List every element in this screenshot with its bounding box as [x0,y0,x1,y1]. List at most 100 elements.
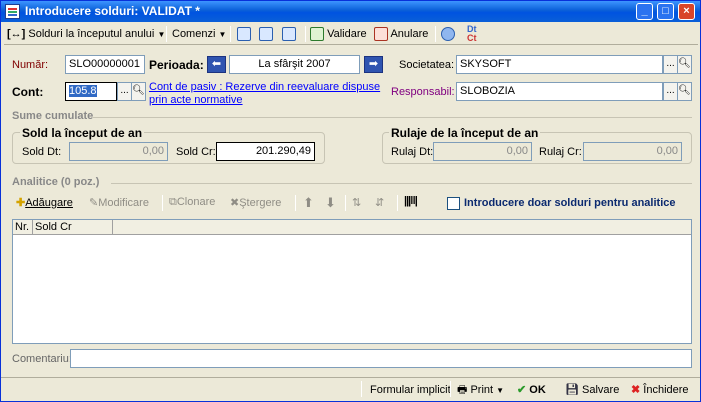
maximize-button[interactable]: □ [657,3,674,20]
perioada-next-button[interactable]: ➡ [364,56,383,73]
responsabil-field[interactable]: SLOBOZIA [456,82,663,101]
clonare-button[interactable]: ⧉Clonare [169,196,215,209]
arrow-right-icon: ➡ [368,58,379,70]
sort-descending-icon: ⇵ [375,197,385,209]
rulaj-dt-field[interactable]: 0,00 [433,142,532,161]
comenzi-label: Comenzi [172,28,216,40]
cont-browse-button[interactable]: ... [117,82,132,101]
responsabil-search-button[interactable]: 🔍︎ [677,82,692,101]
first-record-button[interactable] [237,25,251,43]
comentariu-field[interactable] [70,349,692,368]
numar-label: Număr: [12,59,49,71]
window: Introducere solduri: VALIDAT * _ □ × [↔]… [0,0,701,402]
analitice-grid[interactable]: Nr. Sold Cr [12,219,692,344]
title-bar[interactable]: Introducere solduri: VALIDAT * _ □ × [1,1,700,22]
salvare-button[interactable]: 💾︎ Salvare [565,381,619,399]
cont-search-button[interactable]: 🔍︎ [131,82,146,101]
responsabil-browse-button[interactable]: ... [663,82,678,101]
perioada-field[interactable]: La sfârşit 2007 [229,55,360,74]
barcode-button[interactable]: |||‖| [404,195,418,207]
window-title: Introducere solduri: VALIDAT * [25,4,200,18]
sold-dt-field[interactable]: 0,00 [69,142,168,161]
societatea-field[interactable]: SKYSOFT [456,55,663,74]
inchidere-button[interactable]: ✖ Închidere [631,381,689,399]
refresh-button[interactable] [259,25,273,43]
column-header-nr[interactable]: Nr. [13,220,33,235]
ok-button[interactable]: ✔ OK [517,381,546,399]
arrow-left-icon: ⬅ [211,58,222,70]
anulare-label: Anulare [390,28,429,40]
sold-group-title: Sold la început de an [20,126,145,140]
cont-field[interactable]: 105.8 [65,82,117,101]
comenzi-menu-button[interactable]: Comenzi ▼ [172,25,226,43]
sold-cr-label: Sold Cr: [176,146,216,158]
cont-description-link-line2[interactable]: prin acte normative [149,94,243,106]
sold-cr-field[interactable]: 201.290,49 [216,142,315,161]
checkmark-icon: ✔ [517,384,527,396]
status-bar: Formular implicit 🖶︎ Print ▼ ✔ OK 💾︎ Sal… [1,377,700,401]
save-icon: 💾︎ [565,384,579,396]
rulaj-cr-field[interactable]: 0,00 [583,142,682,161]
add-icon: ✚ [16,197,26,209]
barcode-icon: |||‖| [404,195,418,207]
solduri-menu-label: Solduri la începutul anului [28,28,155,40]
analitice-only-checkbox[interactable] [447,197,460,210]
swap-button[interactable] [282,25,296,43]
numar-field[interactable]: SLO00000001 [65,55,145,74]
salvare-label: Salvare [582,384,620,396]
move-down-button[interactable]: ⬇ [325,195,336,211]
toolbar-separator [361,381,362,397]
stergere-button[interactable]: ✖Ştergere [230,196,281,209]
delete-icon: ✖ [230,197,240,209]
comments-button[interactable] [441,25,455,43]
section-divider [111,183,692,184]
cont-label: Cont: [12,85,44,99]
debit-credit-icon: Dt Ct [467,24,477,43]
arrow-up-icon: ⬆ [303,195,314,210]
section-divider [93,117,692,118]
clone-icon: ⧉ [169,196,177,208]
adaugare-button[interactable]: ✚Adăugare [16,196,73,209]
modificare-button[interactable]: ✎Modificare [89,196,149,209]
societatea-label: Societatea: [399,59,455,71]
speech-bubble-icon [441,27,455,42]
toolbar-separator [435,26,436,42]
solduri-menu-button[interactable]: [↔] Solduri la începutul anului ▼ [7,25,165,43]
magnifier-icon: 🔍︎ [678,58,691,69]
validare-label: Validare [327,28,367,40]
sort-ascending-icon: ⇅ [352,197,362,209]
cancel-icon [374,27,388,42]
cont-description-link-line1[interactable]: Cont de pasiv : Rezerve din reevaluare d… [149,81,380,93]
formular-implicit-button[interactable]: Formular implicit [370,381,451,399]
print-button[interactable]: 🖶︎ Print ▼ [457,381,504,399]
debit-credit-button[interactable]: Dt Ct [467,25,477,43]
clonare-label: Clonare [176,196,216,208]
inchidere-label: Închidere [643,384,689,396]
minimize-button[interactable]: _ [636,3,653,20]
toolbar-separator [295,195,296,211]
adaugare-label: Adăugare [25,197,73,209]
close-button[interactable]: × [678,3,695,20]
comentariu-label: Comentariu: [12,353,72,365]
societatea-search-button[interactable]: 🔍︎ [677,55,692,74]
perioada-prev-button[interactable]: ⬅ [207,56,226,73]
sort-desc-button[interactable]: ⇵ [375,196,384,209]
sort-asc-button[interactable]: ⇅ [352,196,361,209]
toolbar-separator [397,195,398,211]
column-header-sold-cr[interactable]: Sold Cr [33,220,113,235]
societatea-browse-button[interactable]: ... [663,55,678,74]
arrow-left-icon [237,27,251,42]
move-up-button[interactable]: ⬆ [303,195,314,211]
sold-dt-label: Sold Dt: [22,146,62,158]
modificare-label: Modificare [98,197,149,209]
chevron-down-icon: ▼ [496,386,505,395]
toolbar-separator [305,26,306,42]
chevron-down-icon: ▼ [218,30,227,39]
toolbar: [↔] Solduri la începutul anului ▼ Comenz… [4,23,698,45]
validare-button[interactable]: Validare [310,25,367,43]
anulare-button[interactable]: Anulare [374,25,428,43]
validate-icon [310,27,324,42]
close-icon: ✖ [631,384,641,396]
magnifier-icon: 🔍︎ [132,85,145,96]
ok-label: OK [529,384,546,396]
